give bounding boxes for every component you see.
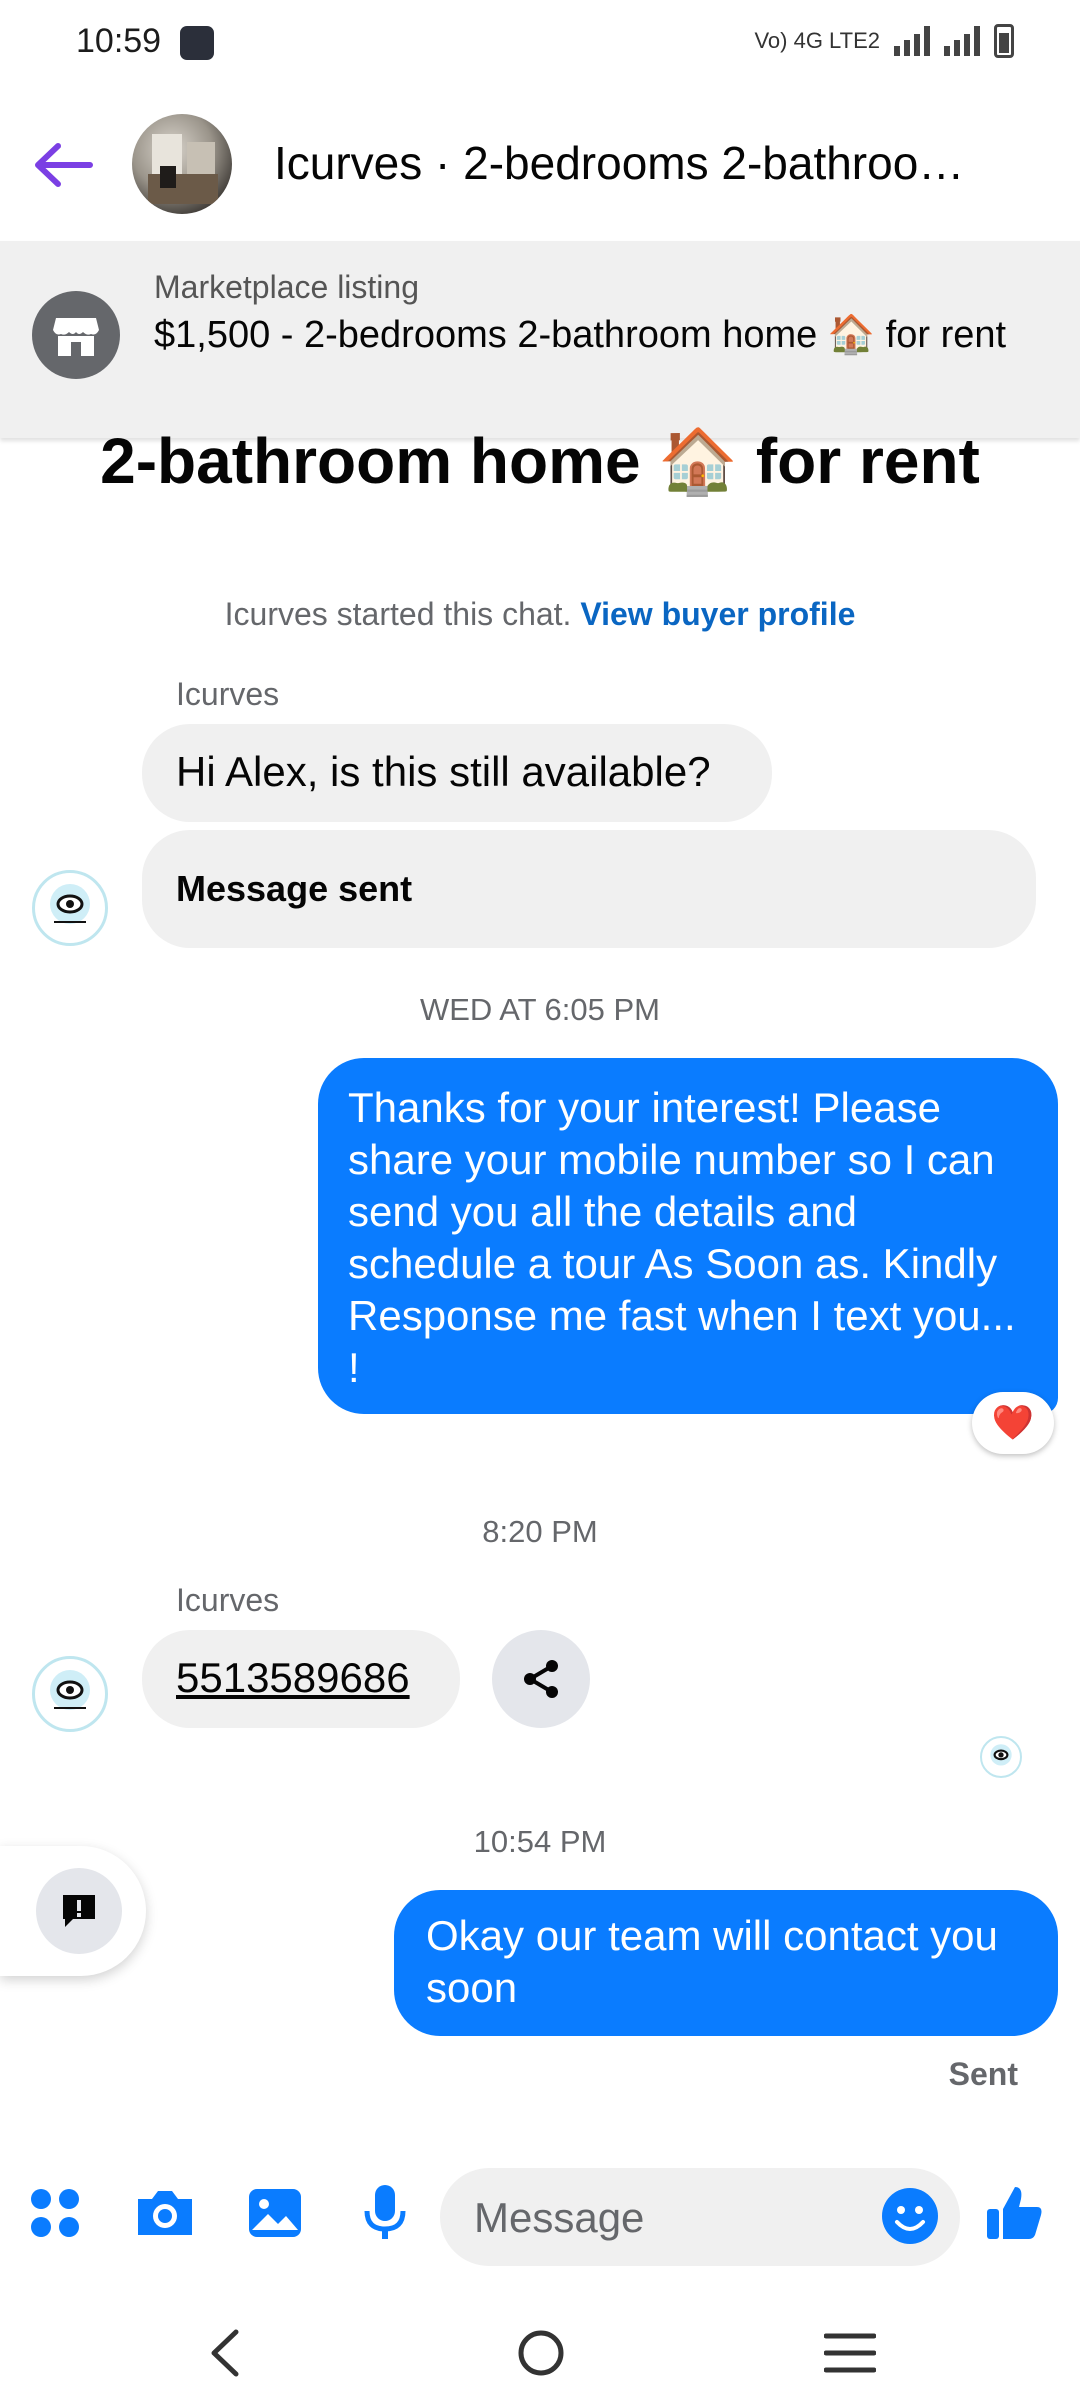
marketplace-listing-banner[interactable]: Marketplace listing $1,500 - 2-bedrooms … bbox=[0, 241, 1080, 438]
apps-icon[interactable] bbox=[22, 2180, 88, 2246]
system-nav-bar bbox=[0, 2300, 1080, 2400]
outgoing-message[interactable]: Thanks for your interest! Please share y… bbox=[318, 1058, 1058, 1414]
chat-title[interactable]: Icurves · 2-bedrooms 2-bathroo… bbox=[274, 136, 994, 190]
listing-avatar[interactable] bbox=[132, 114, 232, 214]
outgoing-message-text: Thanks for your interest! Please share y… bbox=[348, 1084, 1016, 1391]
report-icon bbox=[63, 1895, 95, 1927]
network-label: Vo) 4G LTE2 bbox=[754, 28, 880, 53]
nav-back-icon[interactable] bbox=[206, 2328, 242, 2383]
heart-icon: ❤️ bbox=[991, 1404, 1035, 1442]
report-tab[interactable] bbox=[0, 1846, 146, 1976]
message-input[interactable]: Message bbox=[440, 2168, 960, 2266]
emoji-icon[interactable] bbox=[880, 2186, 940, 2246]
incoming-message[interactable]: Hi Alex, is this still available? bbox=[142, 724, 772, 822]
message-placeholder: Message bbox=[474, 2194, 645, 2241]
view-buyer-profile-link[interactable]: View buyer profile bbox=[580, 596, 855, 632]
incoming-message-text: Hi Alex, is this still available? bbox=[176, 748, 711, 795]
chat-started-text: Icurves started this chat. bbox=[224, 596, 572, 632]
signal-icon-2 bbox=[944, 26, 980, 56]
back-arrow-icon[interactable] bbox=[30, 140, 100, 190]
gallery-icon[interactable] bbox=[242, 2180, 308, 2246]
chat-started-line: Icurves started this chat. View buyer pr… bbox=[0, 596, 1080, 633]
outgoing-message[interactable]: Okay our team will contact you soon bbox=[394, 1890, 1058, 2036]
listing-title: $1,500 - 2-bedrooms 2-bathroom home 🏠 fo… bbox=[154, 314, 1007, 356]
message-sent-card[interactable]: Message sent bbox=[142, 830, 1036, 948]
outgoing-message-text: Okay our team will contact you soon bbox=[426, 1912, 998, 2011]
phone-number-text: 5513589686 bbox=[176, 1654, 410, 1701]
sender-avatar[interactable] bbox=[32, 870, 108, 946]
sender-name: Icurves bbox=[176, 676, 280, 712]
listing-label: Marketplace listing bbox=[154, 269, 419, 305]
status-indicators: Vo) 4G LTE2 bbox=[754, 24, 1014, 58]
listing-heading: 2-bathroom home 🏠 for rent bbox=[100, 425, 980, 497]
share-icon bbox=[524, 1660, 558, 1698]
notification-app-icon bbox=[180, 26, 214, 60]
like-icon[interactable] bbox=[982, 2180, 1048, 2246]
sent-status: Sent bbox=[948, 2056, 1018, 2092]
timestamp: WED AT 6:05 PM bbox=[419, 992, 661, 1027]
mic-icon[interactable] bbox=[352, 2180, 418, 2246]
sender-name: Icurves bbox=[176, 1582, 280, 1618]
timestamp: 8:20 PM bbox=[482, 1514, 598, 1549]
store-icon bbox=[32, 291, 120, 379]
battery-icon bbox=[994, 24, 1014, 58]
timestamp: 10:54 PM bbox=[473, 1824, 607, 1859]
seen-avatar bbox=[980, 1736, 1022, 1778]
sender-avatar[interactable] bbox=[32, 1656, 108, 1732]
signal-icon bbox=[894, 26, 930, 56]
status-time: 10:59 bbox=[76, 22, 162, 60]
camera-icon[interactable] bbox=[132, 2180, 198, 2246]
share-button[interactable] bbox=[492, 1630, 590, 1728]
message-sent-text: Message sent bbox=[176, 868, 413, 909]
nav-home-icon[interactable] bbox=[516, 2328, 566, 2383]
phone-number-message[interactable]: 5513589686 bbox=[142, 1630, 460, 1728]
report-button[interactable] bbox=[36, 1868, 122, 1954]
heart-reaction[interactable]: ❤️ bbox=[972, 1392, 1054, 1454]
nav-menu-icon[interactable] bbox=[823, 2332, 877, 2379]
